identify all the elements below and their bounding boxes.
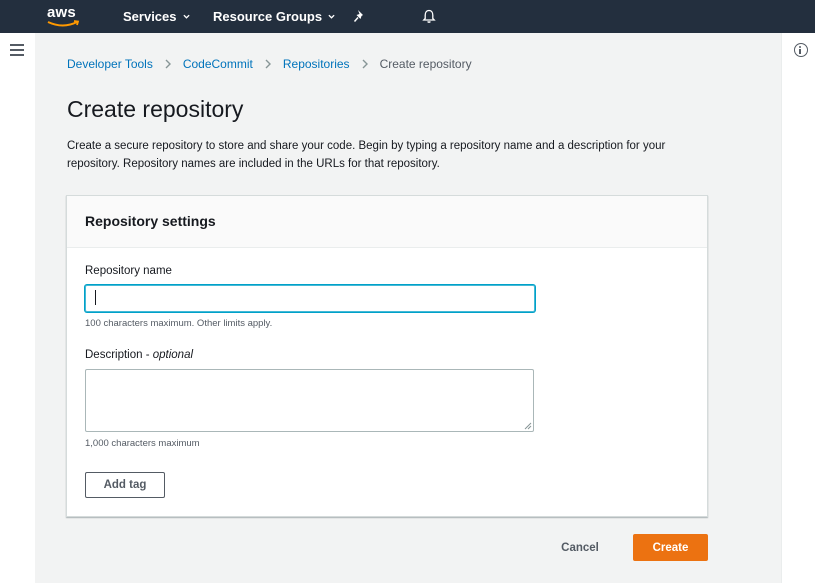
aws-logo-text: aws: [47, 4, 76, 21]
chevron-down-icon: [182, 14, 190, 19]
resize-grip-icon[interactable]: [523, 421, 532, 430]
left-rail: [0, 33, 35, 583]
info-icon[interactable]: [794, 43, 808, 57]
text-caret: [95, 290, 96, 305]
description-optional-text: optional: [152, 349, 194, 361]
aws-logo[interactable]: aws: [46, 4, 82, 30]
hamburger-icon[interactable]: [10, 44, 24, 56]
page-title: Create repository: [67, 96, 244, 122]
breadcrumb: Developer Tools CodeCommit Repositories …: [67, 57, 472, 71]
breadcrumb-developer-tools[interactable]: Developer Tools: [67, 57, 153, 71]
main-content: Developer Tools CodeCommit Repositories …: [35, 33, 781, 583]
hamburger-line: [10, 54, 24, 56]
breadcrumb-codecommit[interactable]: CodeCommit: [183, 57, 253, 71]
chevron-right-icon: [165, 59, 171, 69]
pin-icon[interactable]: [353, 9, 367, 23]
right-rail: [781, 33, 815, 583]
resource-groups-menu-label: Resource Groups: [213, 9, 323, 24]
description-textarea[interactable]: [85, 369, 534, 432]
description-hint: 1,000 characters maximum: [85, 438, 200, 449]
services-menu[interactable]: Services: [123, 9, 190, 24]
chevron-down-icon: [328, 14, 335, 19]
breadcrumb-current: Create repository: [379, 57, 472, 71]
repository-name-input[interactable]: [85, 285, 535, 312]
aws-smile-icon: [47, 20, 80, 27]
bell-icon[interactable]: [422, 9, 436, 24]
repository-name-label: Repository name: [85, 265, 172, 277]
repository-name-hint: 100 characters maximum. Other limits app…: [85, 318, 273, 329]
chevron-right-icon: [265, 59, 271, 69]
add-tag-button[interactable]: Add tag: [85, 472, 165, 498]
hamburger-line: [10, 49, 24, 51]
create-button[interactable]: Create: [633, 534, 708, 561]
resource-groups-menu[interactable]: Resource Groups: [213, 9, 335, 24]
breadcrumb-repositories[interactable]: Repositories: [283, 57, 350, 71]
panel-title: Repository settings: [85, 213, 216, 229]
panel-header: Repository settings: [67, 196, 707, 248]
description-label-text: Description -: [85, 349, 153, 361]
top-navigation-bar: aws Services Resource Groups: [0, 0, 815, 33]
chevron-right-icon: [362, 59, 368, 69]
hamburger-line: [10, 44, 24, 46]
page-description: Create a secure repository to store and …: [67, 140, 666, 170]
services-menu-label: Services: [123, 9, 177, 24]
description-label: Description - optional: [85, 349, 193, 361]
cancel-button[interactable]: Cancel: [553, 535, 607, 561]
repository-settings-panel: Repository settings Repository name 100 …: [66, 195, 708, 517]
